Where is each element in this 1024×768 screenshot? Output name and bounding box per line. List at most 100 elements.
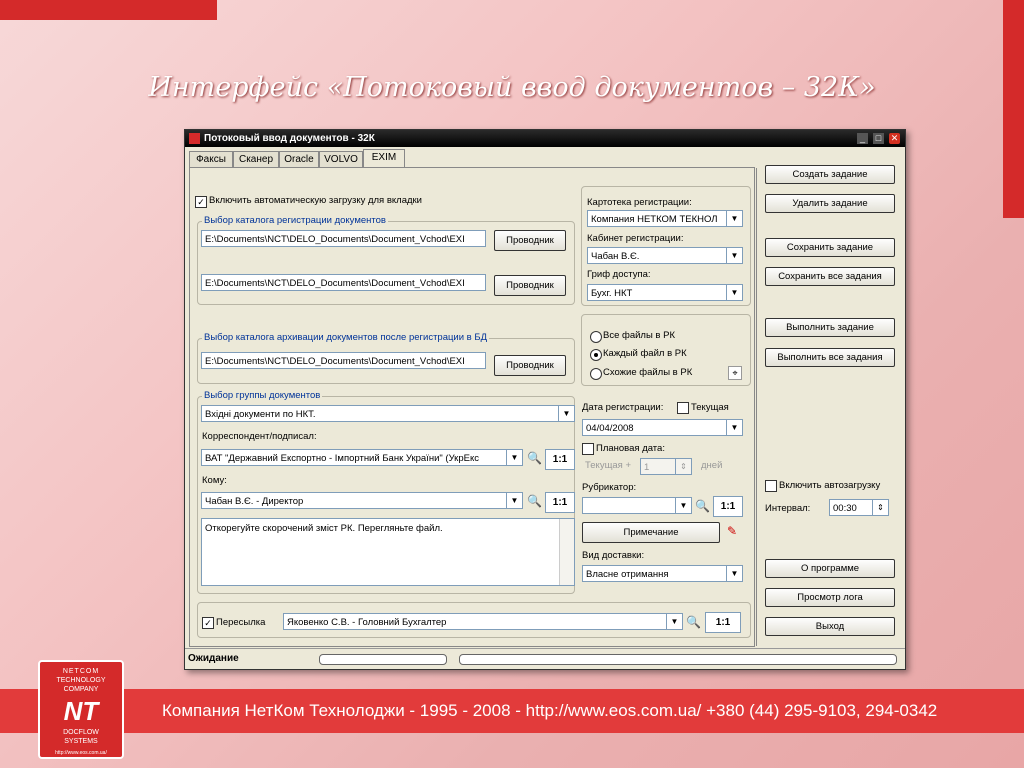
kartoteka-select[interactable]: Компания НЕТКОМ ТЕКНОЛ ▼ xyxy=(587,210,743,227)
current-label: Текущая xyxy=(691,402,729,413)
tab-scanner[interactable]: Сканер xyxy=(233,151,279,167)
chevron-down-icon: ▼ xyxy=(726,420,742,435)
save-all-tasks-button[interactable]: Сохранить все задания xyxy=(765,267,895,286)
rubricator-label: Рубрикатор: xyxy=(582,482,637,493)
reg-path-field-1[interactable]: E:\Documents\NCT\DELO_Documents\Document… xyxy=(201,230,486,247)
rubricator-select[interactable]: ▼ xyxy=(582,497,692,514)
delete-task-button[interactable]: Удалить задание xyxy=(765,194,895,213)
auto-load-checkbox[interactable]: ✓ xyxy=(195,196,207,208)
reg-date-field[interactable]: 04/04/2008 ▼ xyxy=(582,419,743,436)
radio-all-files[interactable] xyxy=(590,331,602,343)
decor-top-bar xyxy=(0,0,217,20)
plan-date-checkbox[interactable] xyxy=(582,443,594,455)
create-task-button[interactable]: Создать задание xyxy=(765,165,895,184)
days-field[interactable]: 1 ⇕ xyxy=(640,458,692,475)
logo-line-3: COMPANY xyxy=(63,686,99,693)
correspondent-ratio[interactable]: 1:1 xyxy=(545,449,575,470)
chevron-down-icon: ▼ xyxy=(666,614,682,629)
title-bar: Потоковый ввод документов - 32К _ □ ✕ xyxy=(185,130,905,147)
explorer-button-3[interactable]: Проводник xyxy=(494,355,566,376)
cabinet-value: Чабан В.Є. xyxy=(591,251,640,262)
search-icon[interactable]: 🔍 xyxy=(527,451,542,466)
autoload-checkbox[interactable] xyxy=(765,480,777,492)
forward-label: Пересылка xyxy=(216,617,266,628)
footer-text: Компания НетКом Технолоджи - 1995 - 2008… xyxy=(162,701,938,720)
delivery-value: Власне отримання xyxy=(586,569,669,580)
run-task-button[interactable]: Выполнить задание xyxy=(765,318,895,337)
slide-title: Интерфейс «Потоковый ввод документов – 3… xyxy=(148,72,876,103)
radio-similar-files[interactable] xyxy=(590,368,602,380)
forward-value: Яковенко С.В. - Головний Бухгалтер xyxy=(287,617,447,628)
delivery-label: Вид доставки: xyxy=(582,550,645,561)
current-plus-label: Текущая + xyxy=(585,460,631,471)
note-button[interactable]: Примечание xyxy=(582,522,720,543)
exit-button[interactable]: Выход xyxy=(765,617,895,636)
doc-group-value: Вхідні документи по НКТ. xyxy=(205,409,316,420)
chevron-down-icon: ▼ xyxy=(726,566,742,581)
run-all-tasks-button[interactable]: Выполнить все задания xyxy=(765,348,895,367)
progress-bar-1 xyxy=(319,654,447,665)
view-log-button[interactable]: Просмотр лога xyxy=(765,588,895,607)
correspondent-select[interactable]: ВАТ "Державний Експортно - Імпортний Бан… xyxy=(201,449,523,466)
plan-date-label: Плановая дата: xyxy=(596,443,665,454)
delivery-select[interactable]: Власне отримання ▼ xyxy=(582,565,743,582)
search-icon[interactable]: 🔍 xyxy=(695,499,710,514)
tab-faxes[interactable]: Факсы xyxy=(189,151,233,167)
minimize-button[interactable]: _ xyxy=(857,133,868,144)
divider xyxy=(756,168,757,646)
reg-path-field-2[interactable]: E:\Documents\NCT\DELO_Documents\Document… xyxy=(201,274,486,291)
forward-ratio[interactable]: 1:1 xyxy=(705,612,741,633)
archive-legend: Выбор каталога архивации документов посл… xyxy=(202,332,490,343)
save-task-button[interactable]: Сохранить задание xyxy=(765,238,895,257)
logo-line-4: DOCFLOW xyxy=(63,729,99,736)
explorer-button-1[interactable]: Проводник xyxy=(494,230,566,251)
settings-icon[interactable]: ⌖ xyxy=(728,366,742,380)
radio-each-file[interactable] xyxy=(590,349,602,361)
radio-all-label: Все файлы в РК xyxy=(603,330,675,341)
kartoteka-value: Компания НЕТКОМ ТЕКНОЛ xyxy=(591,214,718,225)
current-date-checkbox[interactable] xyxy=(677,402,689,414)
window-title: Потоковый ввод документов - 32К xyxy=(204,133,375,144)
interval-field[interactable]: 00:30 ⇕ xyxy=(829,499,889,516)
tab-oracle[interactable]: Oracle xyxy=(279,151,319,167)
doc-group-select[interactable]: Вхідні документи по НКТ. ▼ xyxy=(201,405,575,422)
radio-similar-label: Схожие файлы в РК xyxy=(603,367,693,378)
reg-date-label: Дата регистрации: xyxy=(582,402,664,413)
grif-select[interactable]: Бухг. НКТ ▼ xyxy=(587,284,743,301)
logo-line-1: NETCOM xyxy=(62,668,100,675)
logo-line-5: SYSTEMS xyxy=(64,738,98,745)
tab-volvo[interactable]: VOLVO xyxy=(319,151,363,167)
about-button[interactable]: О программе xyxy=(765,559,895,578)
close-button[interactable]: ✕ xyxy=(889,133,900,144)
summary-scrollbar[interactable] xyxy=(559,519,574,585)
grif-label: Гриф доступа: xyxy=(587,269,651,280)
archive-path-field[interactable]: E:\Documents\NCT\DELO_Documents\Document… xyxy=(201,352,486,369)
komu-ratio[interactable]: 1:1 xyxy=(545,492,575,513)
days-label: дней xyxy=(701,460,723,471)
chevron-down-icon: ▼ xyxy=(558,406,574,421)
reg-catalog-legend: Выбор каталога регистрации документов xyxy=(202,215,388,226)
chevron-down-icon: ▼ xyxy=(506,493,522,508)
chevron-down-icon: ▼ xyxy=(506,450,522,465)
edit-icon[interactable]: ✎ xyxy=(727,524,740,539)
chevron-down-icon: ▼ xyxy=(726,285,742,300)
status-bar: Ожидание xyxy=(185,648,905,669)
explorer-button-2[interactable]: Проводник xyxy=(494,275,566,296)
status-text: Ожидание xyxy=(188,653,239,664)
forward-select[interactable]: Яковенко С.В. - Головний Бухгалтер ▼ xyxy=(283,613,683,630)
search-icon[interactable]: 🔍 xyxy=(686,615,701,630)
summary-textarea[interactable]: Откорегуйте скорочений зміст РК. Перегля… xyxy=(201,518,575,586)
tab-exim[interactable]: EXIM xyxy=(363,149,405,168)
reg-date-value: 04/04/2008 xyxy=(586,423,634,434)
days-value: 1 xyxy=(644,462,650,473)
cabinet-select[interactable]: Чабан В.Є. ▼ xyxy=(587,247,743,264)
komu-value: Чабан В.Є. - Директор xyxy=(205,496,304,507)
decor-right-bar xyxy=(1003,0,1024,218)
forward-checkbox[interactable]: ✓ xyxy=(202,617,214,629)
rubricator-ratio[interactable]: 1:1 xyxy=(713,496,743,517)
komu-select[interactable]: Чабан В.Є. - Директор ▼ xyxy=(201,492,523,509)
chevron-down-icon: ▼ xyxy=(726,248,742,263)
chevron-down-icon: ▼ xyxy=(726,211,742,226)
maximize-button[interactable]: □ xyxy=(873,133,884,144)
search-icon[interactable]: 🔍 xyxy=(527,494,542,509)
